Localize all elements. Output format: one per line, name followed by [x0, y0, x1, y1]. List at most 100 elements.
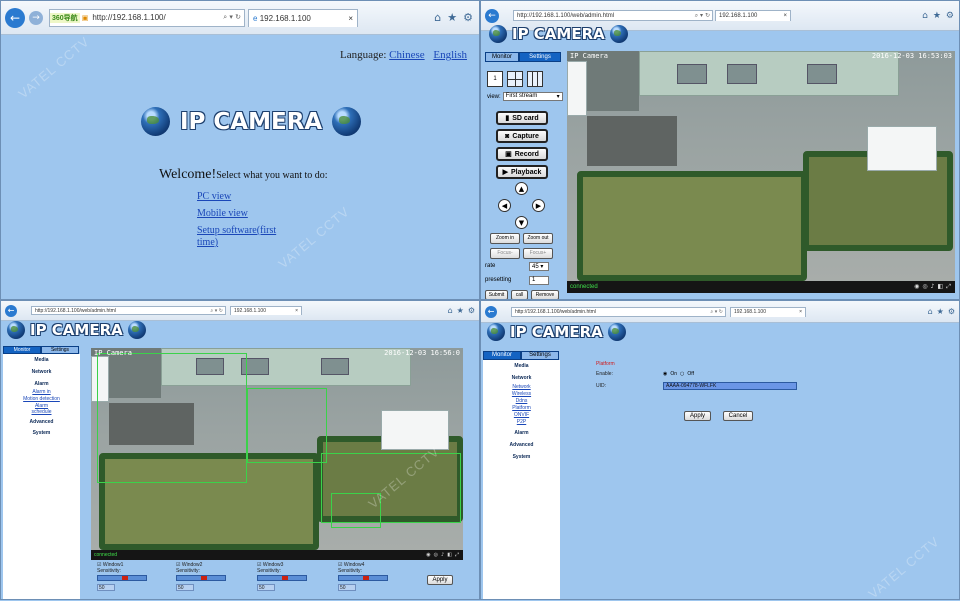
- fullscreen-icon[interactable]: ⤢: [946, 283, 951, 291]
- ptz-right-button[interactable]: ▶: [532, 199, 545, 212]
- submit-button[interactable]: Submit: [485, 290, 508, 299]
- close-tab-icon[interactable]: ×: [783, 13, 787, 19]
- browser-tab[interactable]: 192.168.1.100 ×: [230, 306, 302, 315]
- address-bar[interactable]: http://192.168.1.100/web/admin.html ⌕ ▾ …: [513, 10, 713, 21]
- home-icon[interactable]: ⌂: [922, 11, 928, 21]
- gear-icon[interactable]: ⚙: [468, 306, 475, 315]
- layout-9-button[interactable]: [527, 71, 543, 87]
- submenu-alarm-schedule[interactable]: Alarm schedule: [30, 403, 54, 415]
- motion-window-2[interactable]: [247, 388, 327, 463]
- star-icon[interactable]: ★: [933, 11, 941, 21]
- back-arrow-icon[interactable]: ←: [5, 304, 17, 317]
- snapshot-small-icon[interactable]: ◎: [922, 283, 927, 291]
- speaker-icon[interactable]: ◧: [938, 283, 944, 291]
- address-bar[interactable]: http://192.168.1.100/web/admin.html ⌕ ▾ …: [511, 306, 726, 317]
- layout-4-button[interactable]: [507, 71, 523, 87]
- ptz-up-button[interactable]: ▲: [515, 182, 528, 195]
- tab-monitor[interactable]: Monitor: [3, 346, 41, 354]
- search-icon[interactable]: ⌕ ▾ ↻: [695, 12, 710, 20]
- tab-monitor[interactable]: Monitor: [485, 52, 519, 62]
- address-bar[interactable]: 360导航 ▣ http://192.168.1.100/ ⌕ ▾ ↻: [49, 8, 245, 27]
- presetting-input[interactable]: 1: [529, 276, 549, 285]
- gear-icon[interactable]: ⚙: [948, 307, 955, 316]
- star-icon[interactable]: ★: [447, 11, 457, 24]
- close-tab-icon[interactable]: ×: [348, 14, 353, 23]
- tab-monitor[interactable]: Monitor: [483, 351, 521, 360]
- ptz-left-button[interactable]: ◀: [498, 199, 511, 212]
- zoom-out-button[interactable]: Zoom out: [523, 233, 553, 244]
- menu-network[interactable]: Network: [483, 375, 560, 381]
- slider-thumb[interactable]: [363, 576, 369, 580]
- window1-sensitivity-slider[interactable]: [97, 575, 147, 581]
- record-small-icon[interactable]: ◉: [914, 283, 919, 291]
- home-icon[interactable]: ⌂: [434, 11, 441, 24]
- cancel-button[interactable]: Cancel: [723, 411, 753, 421]
- submenu-platform[interactable]: Platform: [483, 405, 560, 411]
- remove-button[interactable]: Remove: [531, 290, 559, 299]
- speaker-icon[interactable]: ◧: [447, 552, 452, 558]
- close-tab-icon[interactable]: ×: [295, 308, 298, 314]
- sd-card-button[interactable]: ▮ SD card: [496, 111, 548, 125]
- search-icon[interactable]: ⌕ ▾ ↻: [210, 308, 223, 314]
- snapshot-small-icon[interactable]: ◎: [434, 552, 438, 558]
- menu-system[interactable]: System: [3, 430, 80, 436]
- submenu-network[interactable]: Network: [483, 384, 560, 390]
- english-link[interactable]: English: [433, 49, 467, 61]
- chinese-link[interactable]: Chinese: [389, 49, 424, 61]
- camera-video-feed[interactable]: IP Camera 2016-12-03 16:53:03: [567, 51, 955, 281]
- setup-software-link[interactable]: Setup software(first time): [197, 225, 287, 249]
- uid-input[interactable]: AAAA-094778-WFLFK: [663, 382, 797, 390]
- submenu-motion-detection[interactable]: Motion detection: [3, 396, 80, 402]
- window3-sensitivity-slider[interactable]: [257, 575, 307, 581]
- back-arrow-icon[interactable]: ←: [5, 7, 25, 28]
- window2-sensitivity-slider[interactable]: [176, 575, 226, 581]
- window2-value[interactable]: 50: [176, 584, 194, 591]
- search-icon[interactable]: ⌕ ▾ ↻: [223, 13, 241, 22]
- on-radio[interactable]: ◉: [663, 371, 667, 377]
- focus-minus-button[interactable]: Focus-: [490, 248, 520, 259]
- home-icon[interactable]: ⌂: [448, 306, 453, 315]
- window4-value[interactable]: 50: [338, 584, 356, 591]
- slider-thumb[interactable]: [282, 576, 288, 580]
- call-button[interactable]: call: [511, 290, 528, 299]
- home-icon[interactable]: ⌂: [928, 307, 933, 316]
- record-button[interactable]: ▣ Record: [496, 147, 548, 161]
- record-small-icon[interactable]: ◉: [426, 552, 430, 558]
- close-tab-icon[interactable]: ×: [799, 309, 802, 315]
- rate-select[interactable]: 45 ▾: [529, 262, 549, 271]
- pc-view-link[interactable]: PC view: [197, 191, 287, 203]
- audio-icon[interactable]: ♪: [441, 552, 444, 558]
- capture-button[interactable]: ◙ Capture: [496, 129, 548, 143]
- tab-settings[interactable]: Settings: [519, 52, 561, 62]
- browser-tab[interactable]: 192.168.1.100 ×: [730, 306, 806, 317]
- slider-thumb[interactable]: [201, 576, 207, 580]
- back-arrow-icon[interactable]: ←: [485, 305, 497, 318]
- off-radio[interactable]: ○: [680, 371, 684, 377]
- menu-network[interactable]: Network: [3, 369, 80, 375]
- window1-value[interactable]: 50: [97, 584, 115, 591]
- search-icon[interactable]: ⌕ ▾ ↻: [710, 309, 723, 315]
- submenu-p2p[interactable]: P2P: [483, 419, 560, 425]
- submenu-onvif[interactable]: ONVIF: [483, 412, 560, 418]
- submenu-ddns[interactable]: Ddns: [483, 398, 560, 404]
- audio-icon[interactable]: ♪: [931, 283, 935, 291]
- menu-advanced[interactable]: Advanced: [483, 442, 560, 448]
- forward-arrow-icon[interactable]: →: [29, 10, 43, 25]
- back-arrow-icon[interactable]: ←: [485, 8, 499, 23]
- mobile-view-link[interactable]: Mobile view: [197, 208, 287, 220]
- address-bar[interactable]: http://192.168.1.100/web/admin.html ⌕ ▾ …: [31, 306, 226, 315]
- browser-tab[interactable]: 192.168.1.100 ×: [715, 10, 791, 21]
- stream-select[interactable]: First stream ▾: [502, 92, 563, 101]
- apply-button[interactable]: Apply: [427, 575, 453, 585]
- motion-window-4[interactable]: [331, 493, 381, 528]
- menu-media[interactable]: Media: [3, 357, 80, 363]
- motion-window-1[interactable]: [97, 353, 247, 483]
- gear-icon[interactable]: ⚙: [463, 11, 473, 24]
- menu-advanced[interactable]: Advanced: [3, 419, 80, 425]
- menu-alarm[interactable]: Alarm: [483, 430, 560, 436]
- focus-plus-button[interactable]: Focus+: [523, 248, 553, 259]
- star-icon[interactable]: ★: [457, 306, 464, 315]
- submenu-wireless[interactable]: Wireless: [483, 391, 560, 397]
- submenu-alarm-in[interactable]: Alarm in: [3, 389, 80, 395]
- menu-alarm[interactable]: Alarm: [3, 381, 80, 387]
